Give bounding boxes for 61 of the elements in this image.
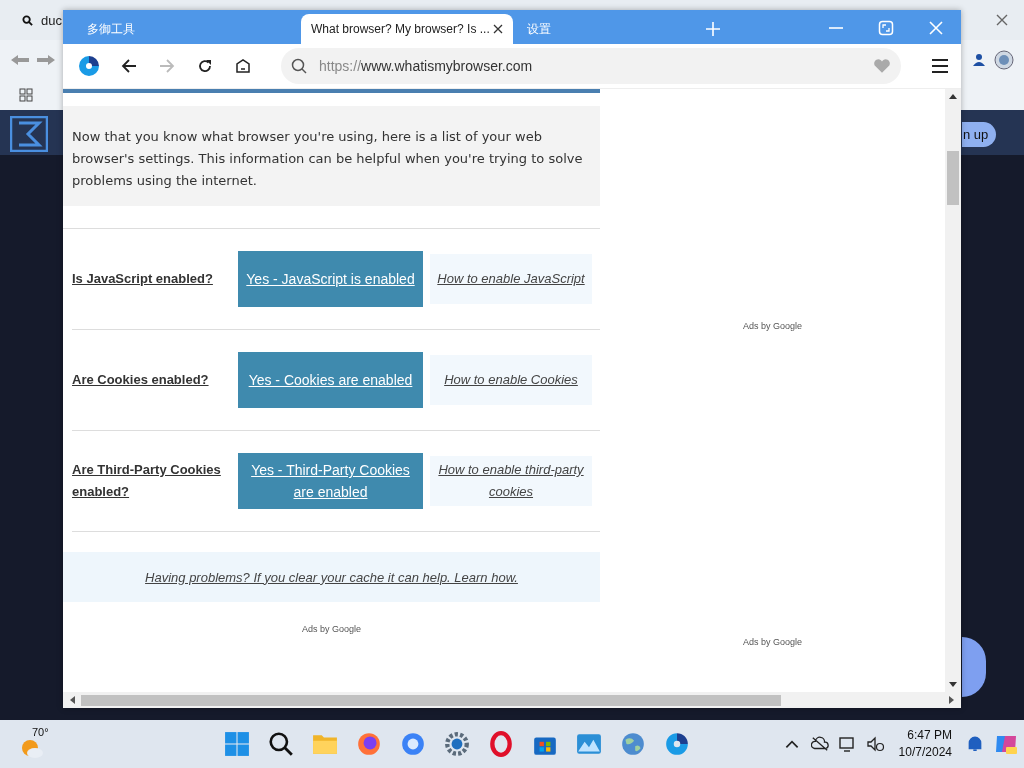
menu-icon[interactable] <box>931 58 949 74</box>
clock-date[interactable]: 10/7/2024 <box>898 744 952 761</box>
search-icon[interactable] <box>268 731 294 757</box>
forward-arrow-icon[interactable] <box>36 54 56 66</box>
person-icon[interactable] <box>972 53 986 67</box>
horizontal-scrollbar[interactable] <box>63 692 961 708</box>
home-icon[interactable] <box>235 58 251 74</box>
speaker-muted-icon[interactable] <box>866 735 885 753</box>
apps-grid-icon[interactable] <box>19 88 33 102</box>
chat-button[interactable] <box>962 637 986 697</box>
round-browser-icon[interactable] <box>400 731 426 757</box>
clock-time[interactable]: 6:47 PM <box>907 727 952 744</box>
status-link[interactable]: Yes - Third-Party Cookies are enabled <box>238 453 423 509</box>
vertical-scrollbar[interactable] <box>945 89 961 692</box>
windows-start-icon[interactable] <box>224 731 250 757</box>
ads-label: Ads by Google <box>742 637 802 647</box>
restore-icon[interactable] <box>878 20 894 36</box>
new-tab-icon[interactable] <box>705 21 721 37</box>
back-icon[interactable] <box>121 58 137 74</box>
search-icon <box>291 58 307 74</box>
ads-label: Ads by Google <box>301 624 361 634</box>
globe-icon[interactable] <box>994 50 1014 70</box>
address-bar[interactable]: https://www.whatismybrowser.com <box>281 48 901 84</box>
browser-logo-icon[interactable] <box>77 54 101 78</box>
setting-question: Are Cookies enabled? <box>72 371 210 389</box>
cache-help-link[interactable]: Having problems? If you clear your cache it can help. Learn how. <box>145 569 518 585</box>
browser-logo-icon[interactable] <box>664 731 690 757</box>
search-icon <box>22 14 33 26</box>
cloud-off-icon[interactable] <box>810 735 829 753</box>
scroll-thumb[interactable] <box>81 694 781 706</box>
ring-o-icon[interactable] <box>488 731 514 757</box>
gear-icon[interactable] <box>444 731 470 757</box>
status-link[interactable]: Yes - Cookies are enabled <box>238 352 423 408</box>
help-link[interactable]: How to enable JavaScript <box>430 254 592 304</box>
photos-icon[interactable] <box>576 731 602 757</box>
sign-up-button[interactable]: n up <box>962 122 997 147</box>
scroll-left-icon[interactable] <box>69 696 75 704</box>
bell-icon[interactable] <box>966 735 984 753</box>
help-link[interactable]: How to enable third-party cookies <box>430 456 592 506</box>
help-link[interactable]: How to enable Cookies <box>430 355 592 405</box>
scroll-up-icon[interactable] <box>949 93 957 99</box>
browser-tab[interactable]: What browser? My browser? Is ... <box>301 14 513 44</box>
ads-label: Ads by Google <box>742 321 802 331</box>
url-text: https://www.whatismybrowser.com <box>319 58 533 74</box>
setting-question: Are Third-Party Cookies enabled? <box>72 461 222 501</box>
tab-title[interactable]: duc <box>41 12 62 28</box>
intro-text: Now that you know what browser you're using, here is a list of your web browser's settings. This information can be helpful when you're trying to solve problems using the internet. <box>72 128 584 190</box>
reload-icon[interactable] <box>197 58 213 74</box>
sigma-logo-icon <box>10 116 48 152</box>
scroll-right-icon[interactable] <box>949 696 955 704</box>
fox-browser-icon[interactable] <box>356 731 382 757</box>
status-link[interactable]: Yes - JavaScript is enabled <box>238 251 423 307</box>
globe-icon[interactable] <box>620 731 646 757</box>
scroll-thumb[interactable] <box>947 151 959 205</box>
setting-question: Is JavaScript enabled? <box>72 270 214 288</box>
close-tab-icon[interactable] <box>493 24 503 34</box>
temperature[interactable]: 70° <box>32 726 49 738</box>
close-icon[interactable] <box>996 14 1008 26</box>
back-arrow-icon[interactable] <box>10 54 30 66</box>
scroll-down-icon[interactable] <box>949 682 957 688</box>
monitor-icon[interactable] <box>838 735 857 753</box>
